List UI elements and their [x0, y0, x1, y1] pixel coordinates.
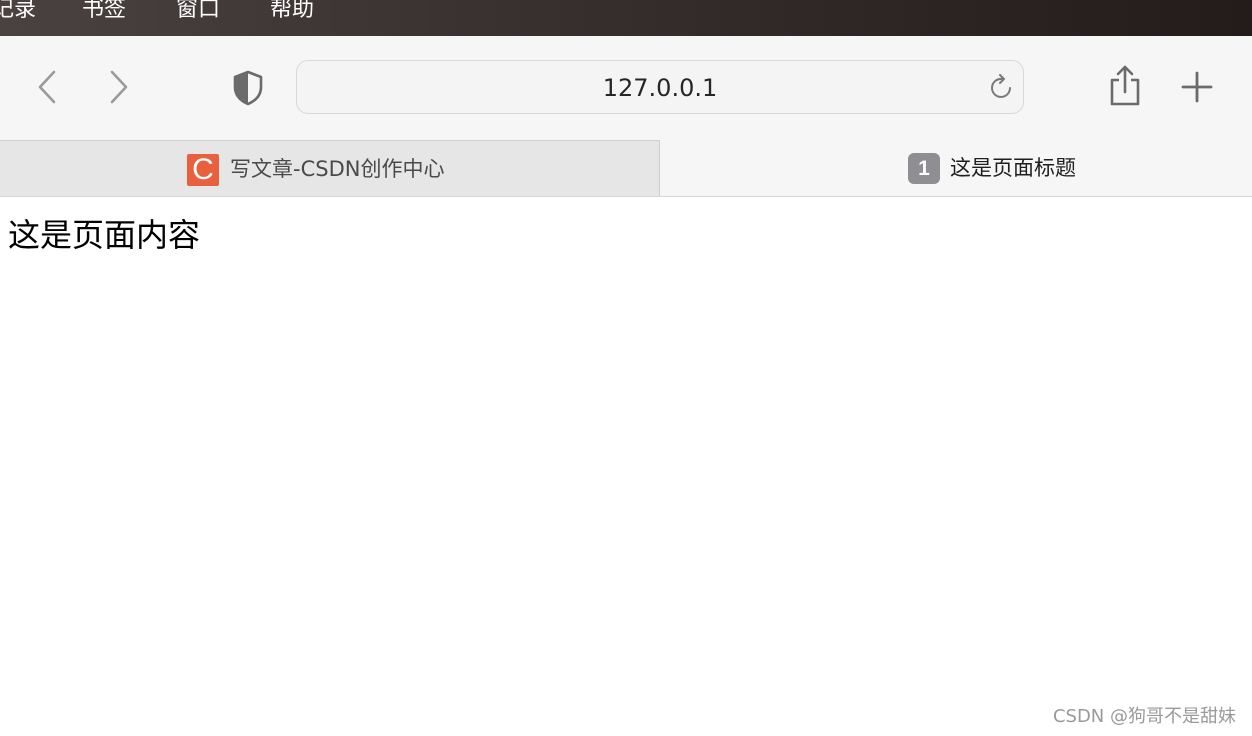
- page-content: 这是页面内容: [0, 197, 1252, 736]
- reload-icon[interactable]: [988, 74, 1016, 102]
- favicon-letter: C: [192, 153, 214, 186]
- tab-csdn[interactable]: C 写文章-CSDN创作中心: [0, 140, 660, 196]
- tab-bar: C 写文章-CSDN创作中心 1 这是页面标题: [0, 140, 1252, 197]
- menu-help[interactable]: 帮助: [270, 0, 314, 24]
- menu-window[interactable]: 窗口: [176, 0, 220, 24]
- tab-title: 这是页面标题: [950, 156, 1076, 180]
- chevron-left-icon[interactable]: [36, 70, 60, 104]
- url-text[interactable]: 127.0.0.1: [297, 61, 1023, 113]
- chevron-right-icon[interactable]: [106, 70, 130, 104]
- watermark: CSDN @狗哥不是甜妹: [1052, 706, 1236, 727]
- address-bar[interactable]: 127.0.0.1: [296, 60, 1024, 114]
- tab-title: 写文章-CSDN创作中心: [230, 157, 445, 181]
- menu-bookmarks[interactable]: 书签: [82, 0, 126, 24]
- shield-icon[interactable]: [232, 70, 264, 106]
- tab-current[interactable]: 1 这是页面标题: [660, 140, 1252, 196]
- menu-bar: 记录 书签 窗口 帮助: [0, 0, 1252, 36]
- page-body-text: 这是页面内容: [8, 216, 201, 254]
- tab-badge: 1: [908, 153, 940, 184]
- csdn-favicon-icon: C: [187, 154, 219, 186]
- plus-icon[interactable]: [1180, 70, 1214, 104]
- menu-history[interactable]: 记录: [0, 0, 36, 24]
- share-icon[interactable]: [1106, 64, 1144, 108]
